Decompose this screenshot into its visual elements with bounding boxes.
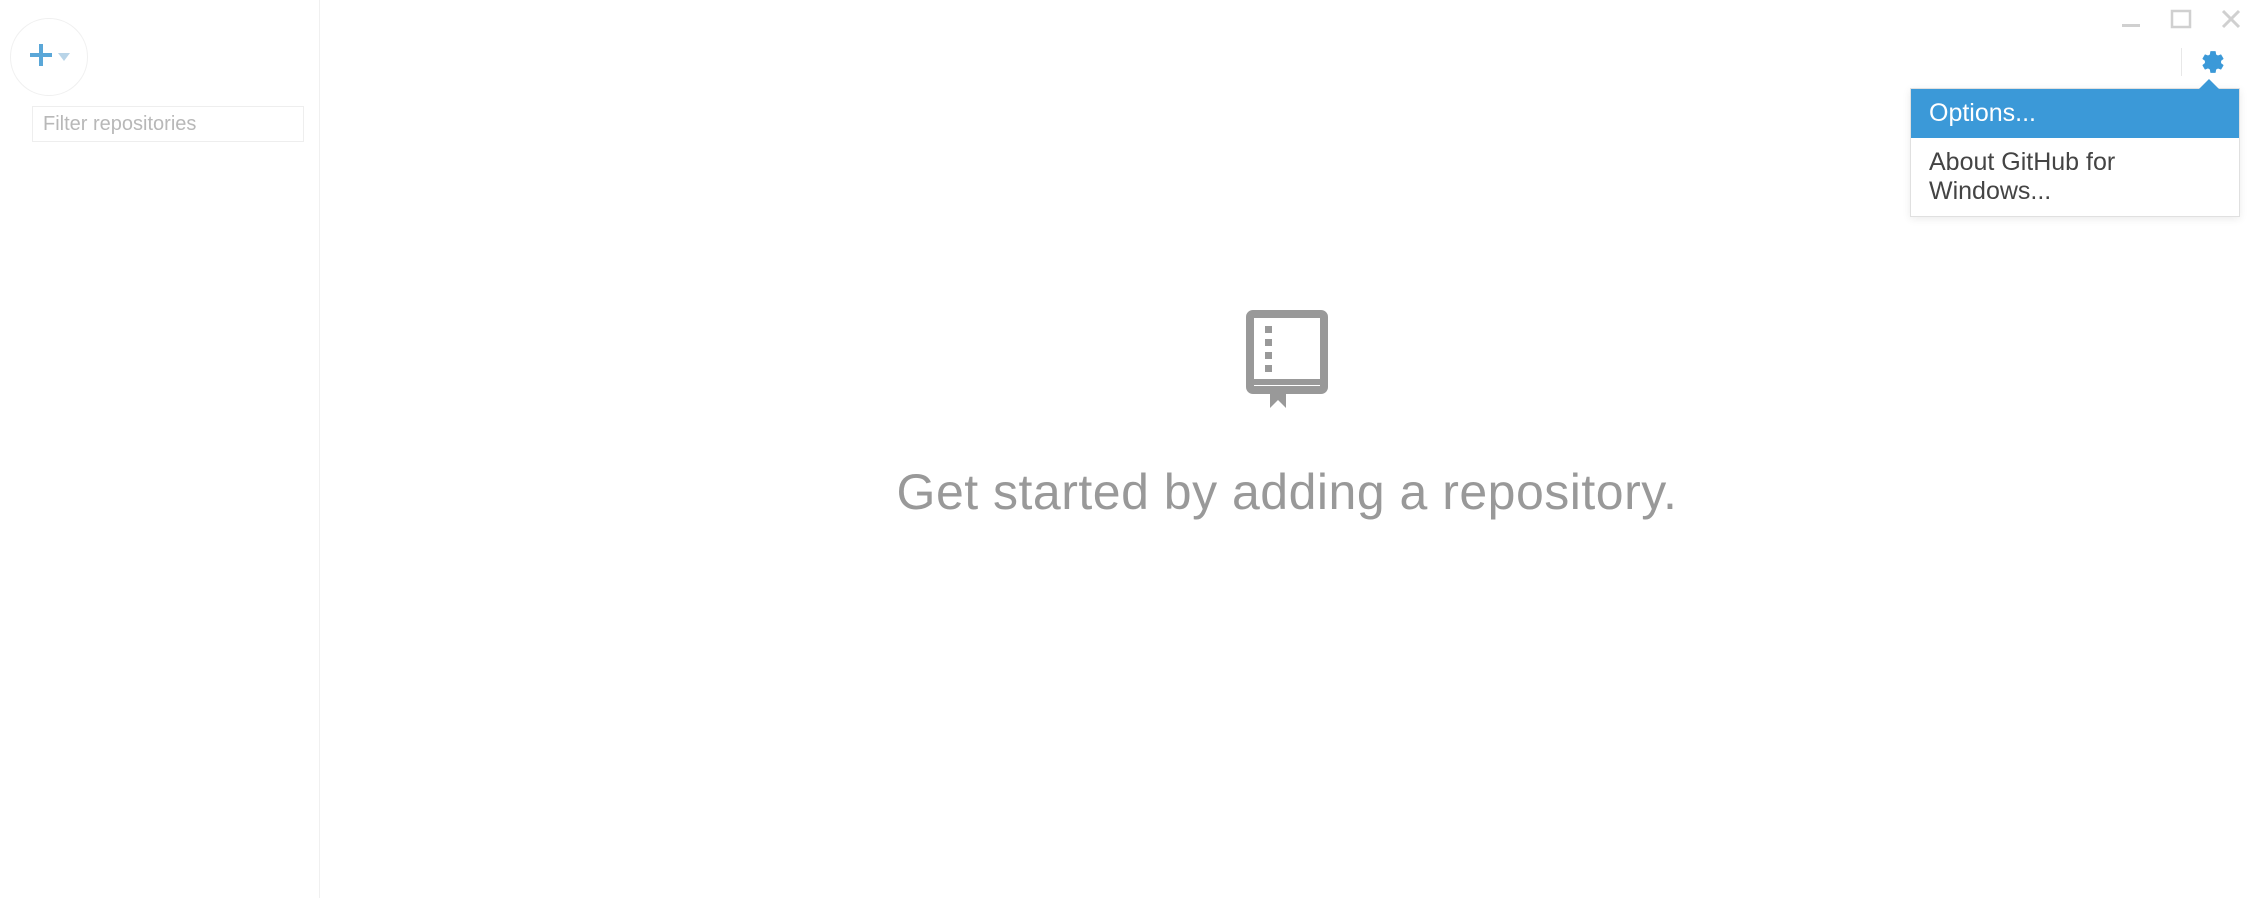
settings-dropdown: Options... About GitHub for Windows... [1910, 88, 2240, 217]
plus-icon [28, 42, 54, 73]
add-repository-button[interactable] [10, 18, 88, 96]
settings-button[interactable] [2200, 49, 2226, 75]
separator [2181, 48, 2182, 76]
menu-item-options[interactable]: Options... [1911, 89, 2239, 138]
settings-area [2181, 48, 2226, 76]
main-content: Options... About GitHub for Windows... [320, 0, 2254, 898]
gear-icon [2200, 49, 2226, 75]
empty-state-text: Get started by adding a repository. [897, 463, 1678, 521]
chevron-down-icon [58, 48, 70, 66]
sidebar [0, 0, 320, 898]
menu-item-about[interactable]: About GitHub for Windows... [1911, 138, 2239, 216]
empty-state: Get started by adding a repository. [320, 310, 2254, 521]
filter-repositories-input[interactable] [32, 106, 304, 142]
dropdown-pointer [2199, 79, 2219, 89]
repository-icon [1246, 310, 1328, 415]
